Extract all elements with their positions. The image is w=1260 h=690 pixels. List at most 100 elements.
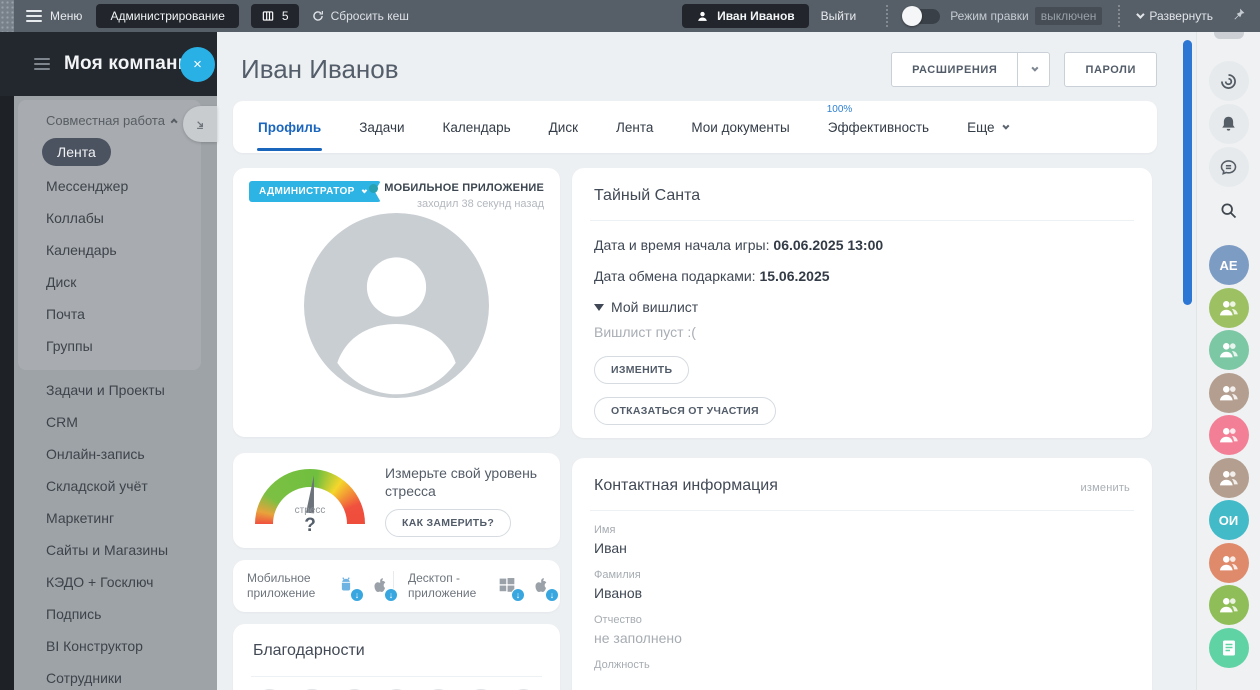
tab-label: Эффективность [828, 120, 929, 135]
sidebar-item-10[interactable]: Онлайн-запись [14, 438, 217, 470]
tab-6[interactable]: Мои документы [690, 103, 790, 151]
tab-8[interactable]: Еще [966, 103, 1007, 151]
menu-button[interactable]: Меню [50, 9, 82, 23]
copilot-button[interactable] [1209, 61, 1249, 101]
sidebar-item-16[interactable]: BI Конструктор [14, 630, 217, 662]
how-to-measure-button[interactable]: КАК ЗАМЕРИТЬ? [385, 509, 511, 537]
sidebar-edge-strip [0, 32, 14, 690]
vertical-scrollbar[interactable] [1183, 40, 1192, 305]
current-user-button[interactable]: Иван Иванов [682, 4, 809, 28]
rail-avatar-10[interactable] [1209, 628, 1249, 668]
sidebar-item-label: Онлайн-запись [46, 446, 145, 462]
macos-download-button[interactable]: ↓ [530, 574, 554, 598]
tab-5[interactable]: Лента [615, 103, 654, 151]
edit-contact-link[interactable]: изменить [1081, 482, 1130, 494]
drag-handle[interactable] [0, 0, 14, 32]
tab-label: Еще [967, 120, 994, 135]
rail-avatar-2[interactable] [1209, 288, 1249, 328]
sidebar-item-12[interactable]: Маркетинг [14, 502, 217, 534]
sidebar-item-label: Календарь [46, 242, 117, 258]
extensions-dropdown-button[interactable] [1018, 52, 1050, 87]
decline-participation-button[interactable]: ОТКАЗАТЬСЯ ОТ УЧАСТИЯ [594, 397, 776, 425]
sidebar-item-11[interactable]: Складской учёт [14, 470, 217, 502]
gift-exchange-value: 15.06.2025 [759, 268, 829, 284]
rail-avatar-3[interactable] [1209, 330, 1249, 370]
tab-2[interactable]: Задачи [358, 103, 405, 151]
role-badge[interactable]: АДМИНИСТРАТОР [249, 181, 381, 202]
mobile-app-label: Мобильное приложение [247, 571, 325, 601]
tab-label: Профиль [258, 120, 321, 135]
android-download-button[interactable]: ↓ [335, 574, 359, 598]
sidebar-item-label: Коллабы [46, 210, 104, 226]
copilot-icon [1218, 71, 1239, 92]
field-value: не заполнено [594, 630, 1130, 646]
rail-avatar-8[interactable] [1209, 543, 1249, 583]
sidebar-item-9[interactable]: CRM [14, 406, 217, 438]
search-button[interactable] [1209, 190, 1249, 230]
sidebar-item-17[interactable]: Сотрудники [14, 662, 217, 690]
bitrix24-profile-page: Меню Администрирование 5 Сбросить кеш Ив… [0, 0, 1260, 690]
edit-wishlist-button[interactable]: ИЗМЕНИТЬ [594, 356, 689, 384]
rail-avatar-9[interactable] [1209, 585, 1249, 625]
administration-button[interactable]: Администрирование [96, 4, 238, 28]
tab-3[interactable]: Календарь [442, 103, 512, 151]
download-badge-icon: ↓ [350, 588, 364, 602]
wishlist-toggle[interactable]: Мой вишлист [594, 299, 1130, 315]
messenger-button[interactable] [1209, 147, 1249, 187]
sidebar-item-1[interactable]: Лента [32, 138, 201, 166]
sidebar-item-14[interactable]: КЭДО + Госключ [14, 566, 217, 598]
logout-button[interactable]: Выйти [821, 9, 857, 23]
notifications-button[interactable] [1209, 104, 1249, 144]
field-label: Отчество [594, 614, 1130, 626]
sidebar-item-8[interactable]: Задачи и Проекты [14, 374, 217, 406]
sidebar-hamburger-icon[interactable] [34, 58, 50, 70]
santa-title: Тайный Санта [594, 187, 1130, 205]
people-icon [1217, 381, 1241, 405]
rail-avatar-5[interactable] [1209, 415, 1249, 455]
sidebar-item-13[interactable]: Сайты и Магазины [14, 534, 217, 566]
rail-avatar-1[interactable]: AE [1209, 245, 1249, 285]
collapse-menu-button[interactable] [183, 106, 217, 142]
caret-down-icon [361, 187, 367, 193]
contact-field-1: ИмяИван [594, 524, 1130, 556]
counter-badge[interactable]: 5 [251, 4, 299, 28]
tab-4[interactable]: Диск [548, 103, 579, 151]
sidebar-header: Моя компания × [0, 32, 217, 96]
profile-avatar[interactable] [304, 213, 489, 398]
reset-cache-button[interactable]: Сбросить кеш [311, 9, 409, 23]
windows-download-button[interactable]: ↓ [496, 574, 520, 598]
bell-icon [1218, 114, 1239, 135]
rail-avatar-7[interactable]: ОИ [1209, 500, 1249, 540]
sidebar-item-4[interactable]: Календарь [18, 234, 201, 266]
chevron-up-icon [171, 118, 178, 125]
download-badge-icon: ↓ [545, 588, 559, 602]
sidebar-item-3[interactable]: Коллабы [18, 202, 201, 234]
avatar-initials: AE [1219, 258, 1237, 273]
download-badge-icon: ↓ [511, 588, 525, 602]
extensions-button[interactable]: РАСШИРЕНИЯ [891, 52, 1018, 87]
tab-1[interactable]: Профиль [257, 103, 322, 151]
close-menu-button[interactable]: × [180, 47, 215, 82]
rail-avatar-6[interactable] [1209, 458, 1249, 498]
rail-avatar-4[interactable] [1209, 373, 1249, 413]
sidebar-item-2[interactable]: Мессенджер [18, 170, 201, 202]
ios-download-button[interactable]: ↓ [369, 574, 393, 598]
field-value: Иванов [594, 585, 1130, 601]
menu-hamburger-icon[interactable] [26, 10, 42, 22]
pin-icon[interactable] [1231, 7, 1246, 25]
top-admin-bar: Меню Администрирование 5 Сбросить кеш Ив… [0, 0, 1260, 32]
expand-button[interactable]: Развернуть [1136, 9, 1213, 23]
avatar-initials: ОИ [1219, 513, 1238, 528]
people-icon [1217, 296, 1241, 320]
triangle-down-icon [594, 304, 604, 311]
tab-7[interactable]: 100%Эффективность [827, 103, 930, 151]
sidebar-item-7[interactable]: Группы [18, 330, 201, 362]
sidebar-item-5[interactable]: Диск [18, 266, 201, 298]
group-header-collaboration[interactable]: Совместная работа [18, 102, 201, 136]
sidebar-item-6[interactable]: Почта [18, 298, 201, 330]
people-icon [1217, 338, 1241, 362]
sidebar-item-label: Сайты и Магазины [46, 542, 168, 558]
passwords-button[interactable]: ПАРОЛИ [1064, 52, 1157, 87]
sidebar-item-15[interactable]: Подпись [14, 598, 217, 630]
edit-mode-toggle[interactable] [904, 9, 940, 24]
